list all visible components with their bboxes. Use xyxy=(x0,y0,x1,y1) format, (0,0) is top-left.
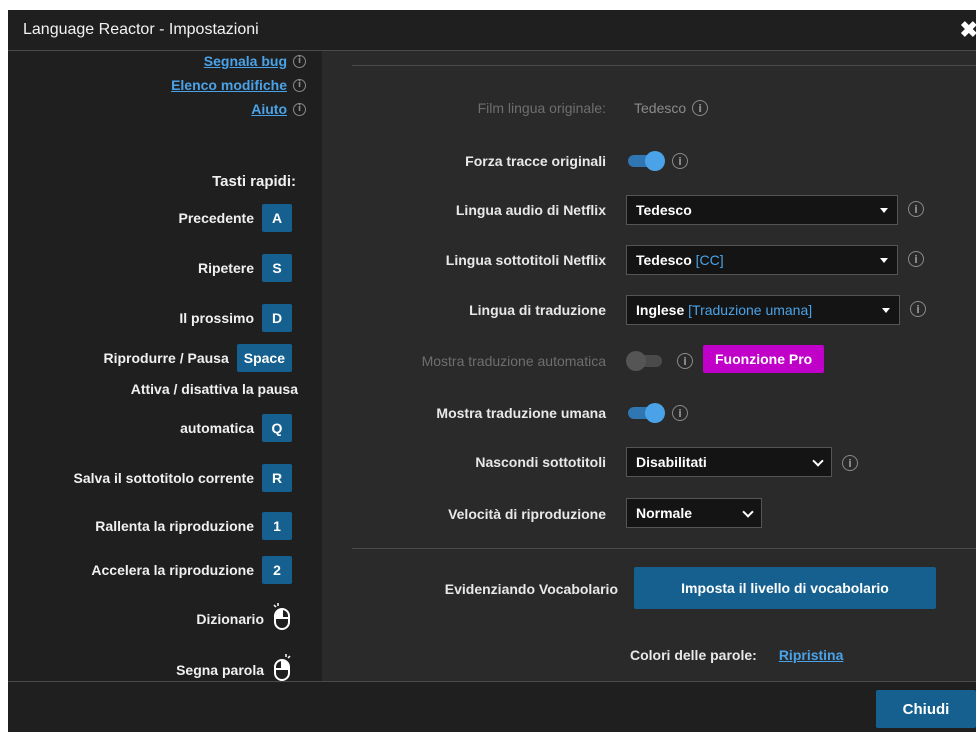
close-icon[interactable]: ✖ xyxy=(960,17,976,43)
hotkey-label: automatica xyxy=(180,420,254,436)
caret-down-icon xyxy=(880,258,888,263)
hotkey-label: Salva il sottotitolo corrente xyxy=(73,470,254,486)
hotkey-row: Riprodurre / Pausa Space xyxy=(103,344,292,372)
info-icon[interactable]: i xyxy=(293,54,306,68)
original-language-text: Tedesco xyxy=(634,100,687,116)
chevron-down-icon xyxy=(742,506,754,518)
hotkey-key[interactable]: Space xyxy=(236,344,292,372)
hotkey-label-line1: Attiva / disattiva la pausa xyxy=(130,381,298,397)
netflix-subtitles-label: Lingua sottotitoli Netflix xyxy=(445,252,606,268)
human-translation-label: Mostra traduzione umana xyxy=(436,405,606,421)
hotkey-key[interactable]: A xyxy=(262,204,292,232)
hotkey-row: Accelera la riproduzione 2 xyxy=(91,556,292,584)
netflix-subtitles-select[interactable]: Tedesco [CC] xyxy=(626,245,898,275)
hide-subtitles-label: Nascondi sottotitoli xyxy=(475,454,606,470)
mouse-left-click-icon xyxy=(272,603,292,634)
info-icon[interactable]: i xyxy=(672,153,688,169)
toggle-thumb xyxy=(626,351,646,371)
select-value: Disabilitati xyxy=(636,454,707,470)
original-language-label: Film lingua originale: xyxy=(477,100,606,116)
human-translation-toggle[interactable] xyxy=(626,403,665,423)
title-bar: Language Reactor - Impostazioni ✖ xyxy=(8,10,976,51)
select-value: Normale xyxy=(636,505,693,521)
sidebar: Segnala bug i Elenco modifiche i Aiuto i… xyxy=(8,51,322,681)
word-colors-label: Colori delle parole: xyxy=(630,647,757,663)
hotkey-key[interactable]: Q xyxy=(262,414,292,442)
close-button[interactable]: Chiudi xyxy=(876,690,976,728)
netflix-audio-select[interactable]: Tedesco xyxy=(626,195,898,225)
word-colors-row: Colori delle parole: Ripristina xyxy=(630,647,843,663)
translation-language-label: Lingua di traduzione xyxy=(469,302,606,318)
info-icon[interactable]: i xyxy=(910,301,926,317)
hotkey-label: Riprodurre / Pausa xyxy=(103,350,229,366)
hotkey-label: Dizionario xyxy=(196,610,264,627)
sidebar-link-report-bug-row: Segnala bug i xyxy=(204,53,306,69)
toggle-thumb xyxy=(645,151,665,171)
hotkey-row: Rallenta la riproduzione 1 xyxy=(95,512,292,540)
info-icon[interactable]: i xyxy=(293,102,306,116)
hotkey-key[interactable]: S xyxy=(262,254,292,282)
pro-feature-badge[interactable]: Fuonzione Pro xyxy=(703,345,825,373)
dialog-footer: Chiudi xyxy=(8,681,976,732)
select-value: Inglese xyxy=(636,302,685,318)
hotkey-key[interactable]: D xyxy=(262,304,292,332)
playback-speed-select[interactable]: Normale xyxy=(626,498,762,528)
select-tag: [Traduzione umana] xyxy=(688,302,813,318)
hotkey-label: Segna parola xyxy=(176,661,264,678)
reset-link[interactable]: Ripristina xyxy=(779,647,844,663)
info-icon[interactable]: i xyxy=(908,201,924,217)
hide-subtitles-select[interactable]: Disabilitati xyxy=(626,447,832,477)
toggle-thumb xyxy=(645,403,665,423)
hotkey-label: Precedente xyxy=(178,210,254,226)
hotkey-label: Ripetere xyxy=(197,260,254,276)
info-icon[interactable]: i xyxy=(842,455,858,471)
info-icon[interactable]: i xyxy=(908,251,924,267)
set-vocabulary-level-button[interactable]: Imposta il livello di vocabolario xyxy=(634,567,936,609)
caret-down-icon xyxy=(882,308,890,313)
info-icon[interactable]: i xyxy=(677,353,693,369)
hotkey-key[interactable]: R xyxy=(262,464,292,492)
mouse-right-click-icon xyxy=(272,654,292,681)
hotkey-row: Il prossimo D xyxy=(179,304,292,332)
select-value: Tedesco xyxy=(636,252,692,268)
hotkey-row: automatica Q xyxy=(180,414,292,442)
changelog-link[interactable]: Elenco modifiche xyxy=(171,77,287,93)
help-link[interactable]: Aiuto xyxy=(251,101,287,117)
info-icon[interactable]: i xyxy=(692,100,709,116)
divider xyxy=(352,548,976,549)
sidebar-link-changelog-row: Elenco modifiche i xyxy=(171,77,306,93)
auto-translation-label: Mostra traduzione automatica xyxy=(421,353,606,369)
info-icon[interactable]: i xyxy=(672,405,688,421)
hotkey-label: Accelera la riproduzione xyxy=(91,562,254,578)
hotkey-key[interactable]: 1 xyxy=(262,512,292,540)
hotkey-key[interactable]: 2 xyxy=(262,556,292,584)
hotkey-row: Salva il sottotitolo corrente R xyxy=(74,464,292,492)
hotkey-label: Il prossimo xyxy=(179,310,254,326)
hotkey-label: Rallenta la riproduzione xyxy=(95,518,254,534)
hotkeys-title: Tasti rapidi: xyxy=(212,173,296,190)
select-value: Tedesco xyxy=(636,202,692,218)
force-original-tracks-label: Forza tracce originali xyxy=(465,153,606,169)
report-bug-link[interactable]: Segnala bug xyxy=(204,53,287,69)
hotkey-row: Dizionario xyxy=(196,603,292,634)
vocabulary-label: Evidenziando Vocabolario xyxy=(444,581,618,597)
playback-speed-label: Velocità di riproduzione xyxy=(448,506,606,522)
auto-translation-toggle[interactable] xyxy=(626,351,664,371)
sidebar-link-help-row: Aiuto i xyxy=(251,101,306,117)
hotkey-row: Segna parola xyxy=(176,654,292,681)
settings-panel: Film lingua originale: Tedesco i Forza t… xyxy=(322,51,976,681)
hotkey-row: Precedente A xyxy=(179,204,292,232)
info-icon[interactable]: i xyxy=(293,78,306,92)
netflix-audio-label: Lingua audio di Netflix xyxy=(455,202,606,218)
caret-down-icon xyxy=(880,208,888,213)
settings-dialog: Language Reactor - Impostazioni ✖ Segnal… xyxy=(8,10,976,732)
original-language-value: Tedesco i xyxy=(634,100,709,116)
force-original-tracks-toggle[interactable] xyxy=(626,151,665,171)
hotkey-row: Ripetere S xyxy=(198,254,292,282)
select-tag: [CC] xyxy=(695,252,724,268)
translation-language-select[interactable]: Inglese [Traduzione umana] xyxy=(626,295,900,325)
divider xyxy=(352,65,976,66)
window-title: Language Reactor - Impostazioni xyxy=(23,21,259,38)
chevron-down-icon xyxy=(812,455,824,467)
